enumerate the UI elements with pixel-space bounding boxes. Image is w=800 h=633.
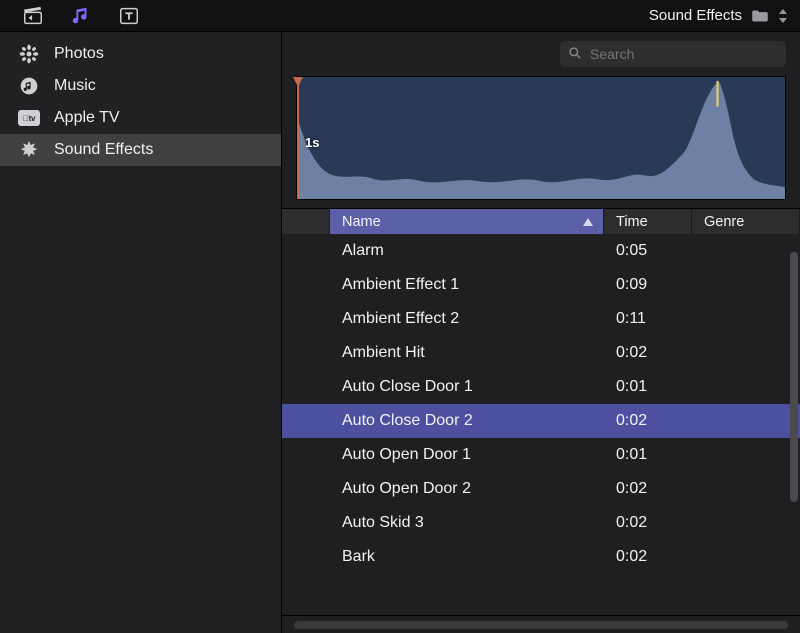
table-header: Name Time Genre [282,208,800,234]
waveform-preview[interactable]: 1s [282,76,800,208]
sidebar-item-label: Music [54,77,96,95]
cell-time: 0:09 [604,276,692,294]
cell-name: Auto Open Door 2 [330,480,604,498]
sidebar: Photos Music tv Apple TV Sound Effects [0,32,282,633]
cell-name: Auto Close Door 1 [330,378,604,396]
titlebar-context[interactable]: Sound Effects [649,7,800,24]
sidebar-item-label: Photos [54,45,104,63]
sidebar-item-sound-effects[interactable]: Sound Effects [0,134,281,166]
table-row[interactable]: Auto Open Door 20:02 [282,472,800,506]
table-row[interactable]: Auto Close Door 20:02 [282,404,800,438]
titlebar: Sound Effects [0,0,800,32]
table-row[interactable]: Bark0:02 [282,540,800,574]
cell-name: Ambient Hit [330,344,604,362]
cell-name: Auto Open Door 1 [330,446,604,464]
sidebar-item-music[interactable]: Music [0,70,281,102]
sidebar-item-label: Apple TV [54,109,120,127]
table-row[interactable]: Ambient Effect 10:09 [282,268,800,302]
folder-icon [750,9,770,23]
cell-time: 0:11 [604,310,692,328]
main-panel: 1s Name Time Genre Alarm0:05Ambie [282,32,800,633]
cell-name: Auto Skid 3 [330,514,604,532]
table-row[interactable]: Ambient Effect 20:11 [282,302,800,336]
cell-name: Ambient Effect 1 [330,276,604,294]
sidebar-item-label: Sound Effects [54,141,153,159]
flower-icon [18,43,40,65]
table-row[interactable]: Auto Open Door 10:01 [282,438,800,472]
vertical-scrollbar[interactable] [790,252,798,502]
cell-time: 0:05 [604,242,692,260]
playhead-time: 1s [305,135,319,150]
cell-time: 0:02 [604,480,692,498]
waveform-graphic [297,77,785,199]
clapperboard-icon[interactable] [22,5,44,27]
note-icon [18,75,40,97]
cell-name: Auto Close Door 2 [330,412,604,430]
cell-time: 0:02 [604,412,692,430]
title-text-icon[interactable] [118,5,140,27]
cell-time: 0:01 [604,378,692,396]
column-play [282,209,330,234]
column-genre[interactable]: Genre [692,209,800,234]
cell-time: 0:02 [604,548,692,566]
column-name[interactable]: Name [330,209,604,234]
table-body: Alarm0:05Ambient Effect 10:09Ambient Eff… [282,234,800,615]
cell-time: 0:02 [604,514,692,532]
search-input[interactable] [590,46,778,62]
updown-icon [778,9,788,23]
horizontal-scrollbar-thumb[interactable] [294,621,788,629]
sidebar-item-photos[interactable]: Photos [0,38,281,70]
table-row[interactable]: Ambient Hit0:02 [282,336,800,370]
music-note-icon[interactable] [70,5,92,27]
cell-time: 0:01 [604,446,692,464]
playhead[interactable] [297,77,299,199]
table-row[interactable]: Alarm0:05 [282,234,800,268]
cell-name: Bark [330,548,604,566]
appletv-icon: tv [18,107,40,129]
results-table: Name Time Genre Alarm0:05Ambient Effect … [282,208,800,633]
table-row[interactable]: Auto Skid 30:02 [282,506,800,540]
cell-time: 0:02 [604,344,692,362]
search-icon [568,46,582,63]
search-row [282,32,800,76]
toolbar-left [0,5,140,27]
cell-name: Ambient Effect 2 [330,310,604,328]
horizontal-scrollbar[interactable] [282,615,800,633]
column-time[interactable]: Time [604,209,692,234]
sidebar-item-appletv[interactable]: tv Apple TV [0,102,281,134]
search-field[interactable] [560,41,786,67]
sort-asc-icon [583,214,593,230]
burst-icon [18,139,40,161]
context-label: Sound Effects [649,7,742,24]
cell-name: Alarm [330,242,604,260]
table-row[interactable]: Auto Close Door 10:01 [282,370,800,404]
